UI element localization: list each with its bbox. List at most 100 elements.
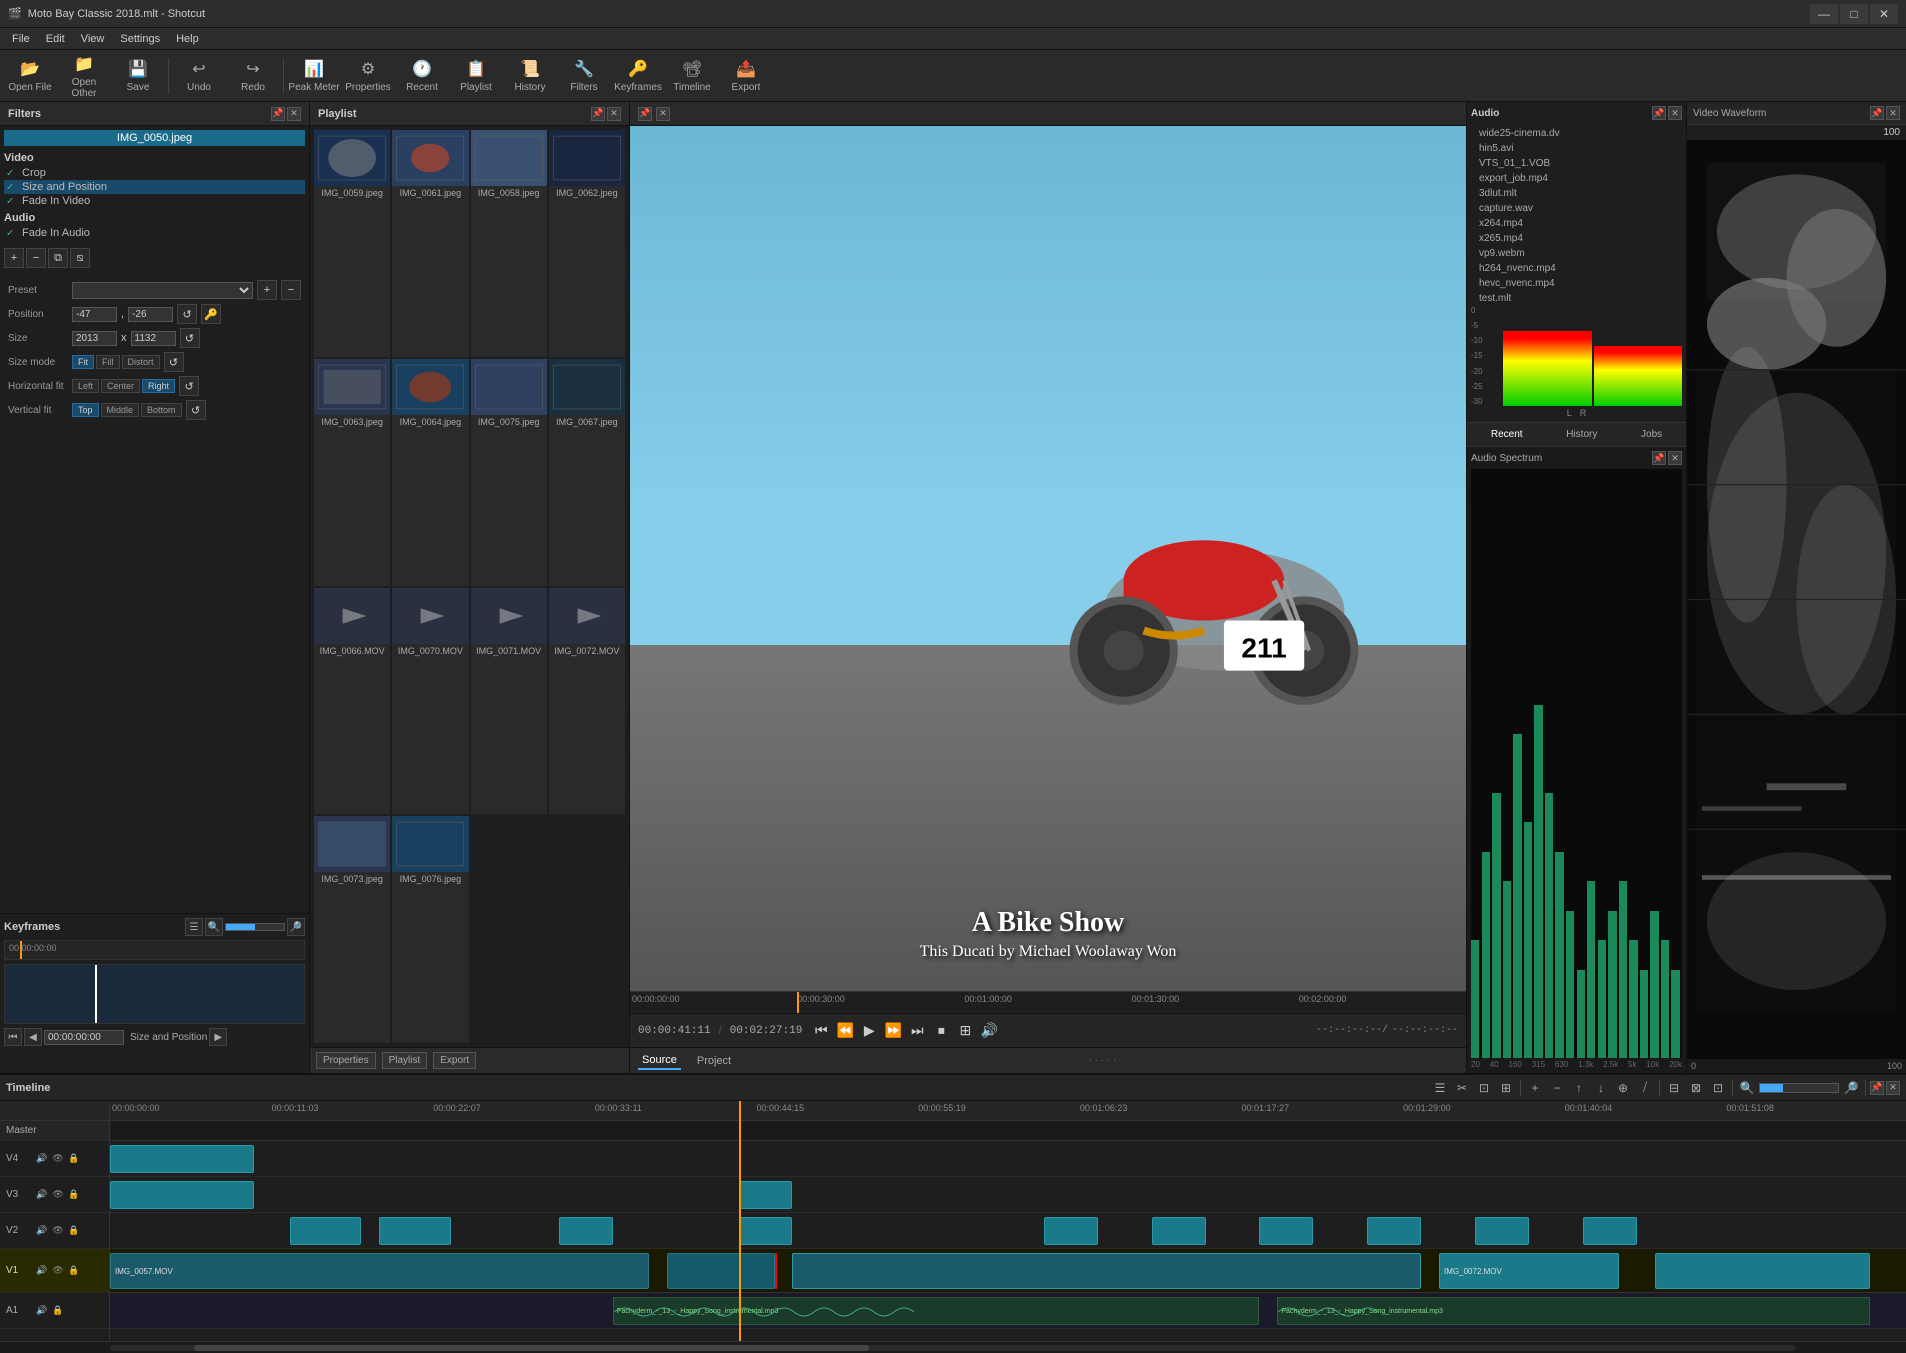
- v3-audio-button[interactable]: 🔊: [35, 1188, 49, 1202]
- master-track-content[interactable]: [110, 1121, 1906, 1141]
- recent-item-9[interactable]: h264_nvenc.mp4: [1471, 261, 1682, 276]
- vfit-top[interactable]: Top: [72, 403, 99, 417]
- v1-clip-img072[interactable]: IMG_0072.MOV: [1439, 1253, 1619, 1289]
- transport-stop-button[interactable]: ⏹: [930, 1020, 952, 1042]
- playlist-item-7[interactable]: IMG_0067.jpeg: [549, 359, 625, 586]
- timeline-scrollbar[interactable]: [0, 1341, 1906, 1353]
- timeline-content[interactable]: 00:00:00:00 00:00:11:03 00:00:22:07 00:0…: [110, 1101, 1906, 1341]
- v1-clip-long[interactable]: [792, 1253, 1421, 1289]
- v2-clip-6[interactable]: [1152, 1217, 1206, 1245]
- hfit-center[interactable]: Center: [101, 379, 140, 393]
- kf-zoom-slider[interactable]: [225, 923, 285, 931]
- position-reset-button[interactable]: ↺: [177, 304, 197, 324]
- tl-zoom-in-button[interactable]: 🔎: [1841, 1078, 1861, 1098]
- properties-button[interactable]: ⚙ Properties: [342, 53, 394, 99]
- peak-meter-button[interactable]: 📊 Peak Meter: [288, 53, 340, 99]
- tab-project[interactable]: Project: [693, 1053, 735, 1069]
- preview-close-button[interactable]: ✕: [656, 107, 670, 121]
- tab-source[interactable]: Source: [638, 1052, 681, 1070]
- tl-remove-button[interactable]: −: [1547, 1078, 1567, 1098]
- playlist-item-10[interactable]: IMG_0071.MOV: [471, 588, 547, 815]
- v4-audio-button[interactable]: 🔊: [35, 1152, 49, 1166]
- tab-recent[interactable]: Recent: [1487, 427, 1527, 442]
- playlist-item-5[interactable]: IMG_0064.jpeg: [392, 359, 468, 586]
- transport-volume-button[interactable]: 🔊: [978, 1020, 1000, 1042]
- transport-grid-button[interactable]: ⊞: [954, 1020, 976, 1042]
- playlist-item-2[interactable]: IMG_0058.jpeg: [471, 130, 547, 357]
- menu-edit[interactable]: Edit: [38, 31, 73, 47]
- v2-clip-7[interactable]: [1259, 1217, 1313, 1245]
- playlist-properties-button[interactable]: Properties: [316, 1052, 376, 1069]
- v3-eye-button[interactable]: 👁: [51, 1188, 65, 1202]
- tl-ripple-button[interactable]: ⊡: [1474, 1078, 1494, 1098]
- position-keyframe-button[interactable]: 🔑: [201, 304, 221, 324]
- preview-pin-button[interactable]: 📌: [638, 107, 652, 121]
- audio-close-button[interactable]: ✕: [1668, 106, 1682, 120]
- recent-item-3[interactable]: export_job.mp4: [1471, 171, 1682, 186]
- vfit-middle[interactable]: Middle: [101, 403, 140, 417]
- v2-clip-9[interactable]: [1475, 1217, 1529, 1245]
- playlist-pin-button[interactable]: 📌: [591, 107, 605, 121]
- playlist-playlist-button[interactable]: Playlist: [382, 1052, 428, 1069]
- playlist-item-0[interactable]: IMG_0059.jpeg: [314, 130, 390, 357]
- filters-pin-button[interactable]: 📌: [271, 107, 285, 121]
- tl-menu-button[interactable]: ☰: [1430, 1078, 1450, 1098]
- v2-clip-10[interactable]: [1583, 1217, 1637, 1245]
- minimize-button[interactable]: —: [1810, 4, 1838, 24]
- size-h-input[interactable]: [131, 331, 176, 346]
- playlist-item-8[interactable]: IMG_0066.MOV: [314, 588, 390, 815]
- size-mode-reset-button[interactable]: ↺: [164, 352, 184, 372]
- vfit-bottom[interactable]: Bottom: [141, 403, 182, 417]
- menu-file[interactable]: File: [4, 31, 38, 47]
- size-mode-fit[interactable]: Fit: [72, 355, 94, 369]
- a1-audio-clip-1[interactable]: Pachyderm_-_13_-_Happy_Song_instrumental…: [613, 1297, 1260, 1325]
- tl-overwrite-button[interactable]: ↓: [1591, 1078, 1611, 1098]
- filter-size-position[interactable]: ✓ Size and Position: [4, 180, 305, 194]
- vfit-reset-button[interactable]: ↺: [186, 400, 206, 420]
- playlist-button[interactable]: 📋 Playlist: [450, 53, 502, 99]
- scrollbar-thumb[interactable]: [194, 1345, 868, 1351]
- timeline-ruler[interactable]: 00:00:00:00 00:00:11:03 00:00:22:07 00:0…: [110, 1101, 1906, 1121]
- playlist-item-9[interactable]: IMG_0070.MOV: [392, 588, 468, 815]
- hfit-left[interactable]: Left: [72, 379, 99, 393]
- v2-clip-5[interactable]: [1044, 1217, 1098, 1245]
- save-button[interactable]: 💾 Save: [112, 53, 164, 99]
- spectrum-pin-button[interactable]: 📌: [1652, 451, 1666, 465]
- playlist-close-button[interactable]: ✕: [607, 107, 621, 121]
- tab-jobs[interactable]: Jobs: [1637, 427, 1666, 442]
- tl-scrub-button[interactable]: ⊡: [1708, 1078, 1728, 1098]
- kf-prev-button[interactable]: ◀: [24, 1028, 42, 1046]
- filters-button[interactable]: 🔧 Filters: [558, 53, 610, 99]
- tl-concat-button[interactable]: ⊕: [1613, 1078, 1633, 1098]
- v1-audio-button[interactable]: 🔊: [35, 1264, 49, 1278]
- a1-track-content[interactable]: Pachyderm_-_13_-_Happy_Song_instrumental…: [110, 1293, 1906, 1329]
- playlist-item-3[interactable]: IMG_0062.jpeg: [549, 130, 625, 357]
- playlist-item-12[interactable]: IMG_0073.jpeg: [314, 816, 390, 1043]
- kf-zoom-out-button[interactable]: 🔍: [205, 918, 223, 936]
- recent-item-5[interactable]: capture.wav: [1471, 201, 1682, 216]
- kf-menu-button[interactable]: ☰: [185, 918, 203, 936]
- v1-clip-last[interactable]: [1655, 1253, 1871, 1289]
- size-mode-distort[interactable]: Distort: [122, 355, 160, 369]
- v1-lock-button[interactable]: 🔒: [67, 1264, 81, 1278]
- kf-start-button[interactable]: ⏮: [4, 1028, 22, 1046]
- tl-pin-button[interactable]: 📌: [1870, 1081, 1884, 1095]
- v2-audio-button[interactable]: 🔊: [35, 1224, 49, 1238]
- recent-item-6[interactable]: x264.mp4: [1471, 216, 1682, 231]
- kf-next-button[interactable]: ▶: [209, 1028, 227, 1046]
- v1-eye-button[interactable]: 👁: [51, 1264, 65, 1278]
- playlist-item-11[interactable]: IMG_0072.MOV: [549, 588, 625, 815]
- tl-zoom-slider[interactable]: [1759, 1083, 1839, 1093]
- recent-item-10[interactable]: hevc_nvenc.mp4: [1471, 276, 1682, 291]
- position-y-input[interactable]: [128, 307, 173, 322]
- open-other-button[interactable]: 📁 Open Other: [58, 53, 110, 99]
- hfit-right[interactable]: Right: [142, 379, 175, 393]
- tl-track-button[interactable]: ⊞: [1496, 1078, 1516, 1098]
- v4-track-content[interactable]: [110, 1141, 1906, 1177]
- v2-clip-8[interactable]: [1367, 1217, 1421, 1245]
- tab-history[interactable]: History: [1562, 427, 1601, 442]
- menu-help[interactable]: Help: [168, 31, 207, 47]
- v2-clip-1[interactable]: [290, 1217, 362, 1245]
- transport-play-button[interactable]: ▶: [858, 1020, 880, 1042]
- tl-add-button[interactable]: +: [1525, 1078, 1545, 1098]
